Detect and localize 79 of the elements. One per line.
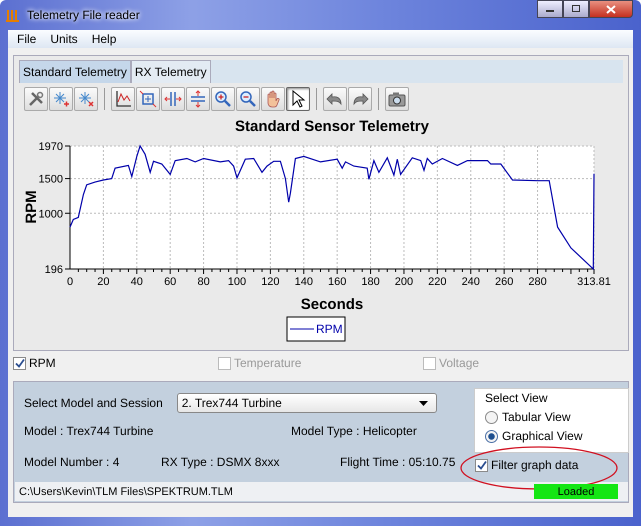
checkmark-icon: [476, 460, 487, 470]
session-dropdown[interactable]: 2. Trex744 Turbine: [176, 393, 437, 413]
remove-point-tool-button[interactable]: [74, 86, 98, 110]
chart-legend: [286, 316, 346, 342]
zoom-out-icon: [239, 90, 257, 108]
series-checkbox[interactable]: RPM: [13, 356, 218, 370]
x-tick-label: 260: [494, 276, 514, 288]
settings-tool-button[interactable]: [24, 86, 48, 110]
x-tick-label: 140: [294, 276, 313, 288]
remove-point-icon: [77, 90, 95, 108]
zoom-in-tool-button[interactable]: [211, 86, 235, 110]
legend-line-icon: [290, 328, 314, 330]
fit-horizontal-tool-button[interactable]: [161, 86, 185, 110]
minimize-button[interactable]: [537, 0, 563, 18]
undo-tool-button[interactable]: [323, 86, 347, 110]
pan-tool-button[interactable]: [261, 86, 285, 110]
zoom-out-tool-button[interactable]: [236, 86, 260, 110]
x-tick-label: 40: [130, 276, 143, 288]
add-point-icon: [52, 90, 70, 108]
fit-horizontal-icon: [164, 90, 182, 108]
axis-tool-button[interactable]: [111, 86, 135, 110]
x-tick-label: 0: [66, 276, 74, 288]
maximize-icon: [571, 5, 581, 13]
checkmark-icon: [14, 358, 25, 368]
fit-vertical-icon: [189, 90, 207, 108]
zoom-in-icon: [214, 90, 232, 108]
x-tick-label: 240: [462, 276, 480, 288]
flight-time: Flight Time : 05:10.75: [340, 455, 456, 469]
add-point-tool-button[interactable]: [49, 86, 73, 110]
tab[interactable]: RX Telemetry: [130, 60, 211, 83]
view-radio[interactable]: Tabular View: [485, 410, 622, 424]
camera-icon: [388, 90, 406, 108]
settings-icon: [27, 90, 45, 108]
x-axis-label: Seconds: [300, 296, 364, 313]
chart-title: Standard Sensor Telemetry: [235, 118, 429, 135]
x-tick-label: 200: [394, 276, 414, 288]
menu-item[interactable]: File: [10, 32, 44, 46]
menu-item[interactable]: Help: [84, 32, 124, 46]
dropdown-caret-icon: [418, 400, 428, 406]
y-tick-label: 1500: [38, 174, 63, 186]
tab[interactable]: Standard Telemetry: [19, 60, 131, 83]
x-tick-label: 80: [197, 276, 210, 288]
fit-vertical-tool-button[interactable]: [186, 86, 210, 110]
x-tick-label: 60: [164, 276, 176, 288]
app-icon: [6, 8, 20, 22]
close-button[interactable]: [589, 0, 633, 18]
session-label: Select Model and Session: [24, 396, 163, 410]
y-tick-label: 1000: [38, 208, 63, 220]
x-tick-label: 20: [97, 276, 110, 288]
x-tick-label: 313.81: [577, 276, 611, 288]
window-title: Telemetry File reader: [27, 8, 140, 22]
model-number: Model Number : 4: [24, 455, 120, 469]
legend-label: RPM: [316, 322, 343, 336]
y-axis-label: RPM: [23, 190, 40, 224]
x-tick-label: 160: [328, 276, 346, 288]
x-tick-label: 100: [228, 276, 246, 288]
menu-item[interactable]: Units: [43, 32, 85, 46]
y-tick-label: 1970: [38, 141, 63, 153]
x-tick-label: 120: [261, 276, 280, 288]
axis-icon: [114, 90, 132, 108]
x-tick-label: 180: [361, 276, 380, 288]
progress-label: Loaded: [556, 484, 596, 499]
file-path: C:\Users\Kevin\TLM Files\SPEKTRUM.TLM: [19, 486, 233, 498]
close-icon: [606, 4, 616, 14]
zoom-box-tool-button[interactable]: [136, 86, 160, 110]
zoom-box-icon: [139, 90, 157, 108]
camera-tool-button[interactable]: [385, 86, 409, 110]
rx-type: RX Type : DSMX 8xxx: [161, 455, 280, 469]
group-title: Select View: [485, 391, 548, 405]
view-radio[interactable]: Graphical View: [485, 429, 622, 443]
model-type: Model Type : Helicopter: [291, 424, 417, 438]
filter-checkbox[interactable]: Filter graph data: [475, 458, 629, 472]
y-tick-label: 196: [44, 264, 63, 276]
maximize-button[interactable]: [563, 0, 589, 18]
x-tick-label: 220: [428, 276, 447, 288]
x-tick-label: 280: [528, 276, 547, 288]
pointer-tool-button[interactable]: [286, 86, 310, 110]
redo-tool-button[interactable]: [348, 86, 372, 110]
model-name: Model : Trex744 Turbine: [24, 424, 154, 438]
